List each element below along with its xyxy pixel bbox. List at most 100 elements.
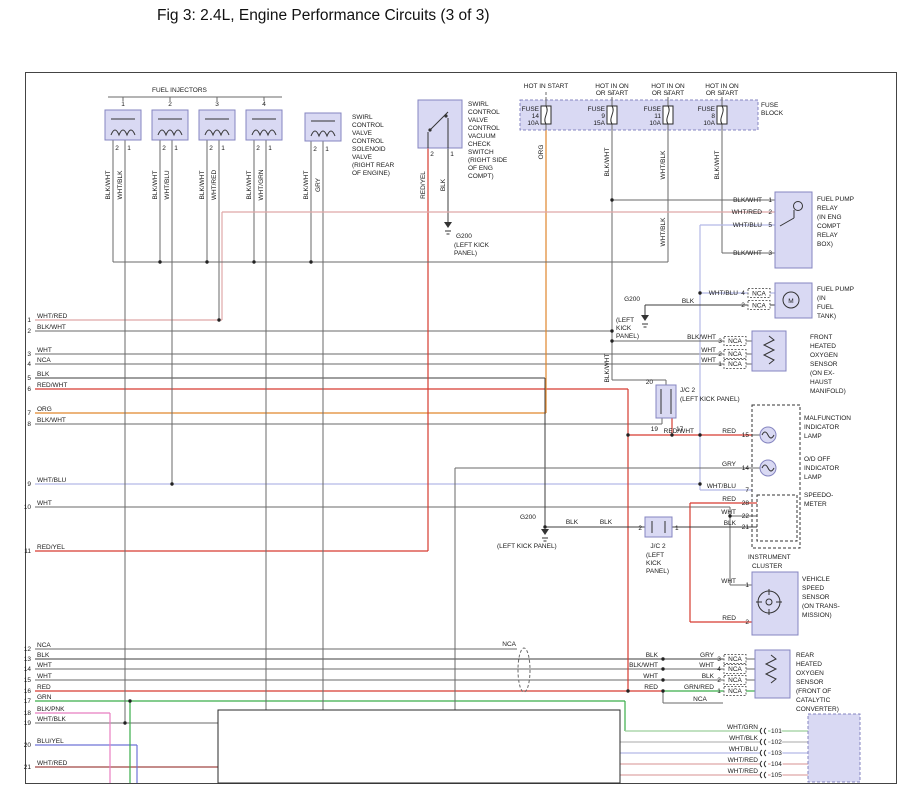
ground-location: (LEFT <box>616 317 634 324</box>
jc-pin-number: 19 <box>651 426 659 433</box>
switch-label: CONTROL <box>468 109 500 116</box>
cluster-pin-wire: BLK <box>724 520 737 527</box>
switch-label: VACUUM <box>468 133 496 140</box>
injector-pin: 2 <box>256 145 260 152</box>
left-pin-wire: RED <box>37 684 51 691</box>
ecm-pin-wire: WHT/RED <box>728 768 759 775</box>
rear-o2-label: HEATED <box>796 661 822 668</box>
cluster-pin-number: 28 <box>742 500 750 507</box>
wire-label: WHT/GRN <box>258 169 265 200</box>
fuse-header: OR START <box>652 90 684 97</box>
left-pin-number: 21 <box>24 764 32 771</box>
left-pin-wire: BLK/WHT <box>37 417 66 424</box>
pump-pin-wire: WHT/BLU <box>709 290 739 297</box>
switch-label: COMPT) <box>468 173 494 180</box>
instrument-cluster: RED/WHT RED 15 GRY 14 WHT/BLU 7 RED 28 W… <box>664 405 852 570</box>
left-pin-number: 7 <box>27 410 31 417</box>
left-pin-number: 19 <box>24 720 32 727</box>
junction-connector-lower: 2 1 J/C 2 (LEFT KICK PANEL) <box>638 517 679 575</box>
pump-label: FUEL <box>817 304 834 311</box>
left-pin-wire: BLK <box>37 371 50 378</box>
ecm-pin-wire: WHT/RED <box>728 757 759 764</box>
left-pin-number: 17 <box>24 698 32 705</box>
left-pin-wire: WHT <box>37 347 52 354</box>
fuse-number: 9 <box>601 113 605 120</box>
junction-connector-upper: 20 J/C 2 (LEFT KICK PANEL) 19 17 <box>646 379 740 433</box>
jc-pin-number: 20 <box>646 379 654 386</box>
vss-label: SENSOR <box>802 594 830 601</box>
injector-pin: 1 <box>268 145 272 152</box>
cluster-pin-wire: WHT/BLU <box>707 483 737 490</box>
left-pin-wire: RED/WHT <box>37 382 67 389</box>
rear-o2-sensor-wire: BLK <box>702 673 715 680</box>
o2-pin-wire: BLK/WHT <box>687 334 716 341</box>
fuse-number: 14 <box>532 113 540 120</box>
ground-name: G200 <box>624 296 640 303</box>
vehicle-speed-sensor: WHT 1 RED 2 VEHICLE SPEED SENSOR (ON TRA… <box>721 572 840 635</box>
cluster-pin-number: 22 <box>742 513 750 520</box>
relay-pin-wire: BLK/WHT <box>733 197 762 204</box>
wire-label: BLK <box>600 519 613 526</box>
jc-pin-number: 1 <box>675 525 679 532</box>
left-pin-number: 1 <box>27 317 31 324</box>
wiring-diagram-canvas: FUEL INJECTORS 1 2 1 BLK/WHT WHT/BLK 2 2… <box>0 0 912 807</box>
cluster-pin-number: 21 <box>742 524 750 531</box>
wire-label: WHT/BLK <box>660 217 667 247</box>
fuse-amps: 10A <box>649 120 661 127</box>
ground-name: G200 <box>520 514 536 521</box>
cluster-pin-wire: WHT <box>721 509 736 516</box>
ecm-pin-number: 104 <box>771 761 782 768</box>
nca-flag: NCA <box>752 303 766 310</box>
left-pin-number: 14 <box>24 666 32 673</box>
cluster-pin-number: 15 <box>742 432 750 439</box>
solenoid-pin: 1 <box>325 146 329 153</box>
cluster-name: INSTRUMENT <box>748 554 791 561</box>
rear-o2-vehicle-wire: WHT <box>643 673 658 680</box>
vss-pin-number: 1 <box>745 582 749 589</box>
rear-o2-vehicle-wire: BLK <box>646 652 659 659</box>
front-o2-label: OXYGEN <box>810 352 838 359</box>
nca-flag: NCA <box>728 351 742 358</box>
ecm-pin-wire: WHT/BLU <box>729 746 759 753</box>
rear-o2-label: REAR <box>796 652 814 659</box>
wire-label: WHT/BLK <box>117 170 124 200</box>
left-pin-wire: WHT/BLK <box>37 716 67 723</box>
wire-label: RED/YEL <box>420 171 427 199</box>
fuse-block-label: BLOCK <box>761 110 784 117</box>
wire-label: BLK/WHT <box>199 171 206 200</box>
switch-pin: 1 <box>450 151 454 158</box>
solenoid-label: CONTROL <box>352 122 384 129</box>
cluster-pin-wire: RED <box>722 496 736 503</box>
left-pin-number: 18 <box>24 710 32 717</box>
left-pin-wire: BLK <box>37 652 50 659</box>
injector-pin: 1 <box>221 145 225 152</box>
ground-g200-a: G200 (LEFT KICK PANEL) <box>444 222 490 257</box>
vss-pin-wire: WHT <box>721 578 736 585</box>
wire-label: BLK/WHT <box>714 151 721 180</box>
fuse-header: HOT IN ON <box>595 83 629 90</box>
solenoid-label: VALVE <box>352 154 373 161</box>
rear-o2-pin-number: 1 <box>717 688 721 695</box>
vss-label: VEHICLE <box>802 576 830 583</box>
solenoid-label: SWIRL <box>352 114 373 121</box>
injector-number: 3 <box>215 101 219 108</box>
pump-label: TANK) <box>817 313 836 320</box>
wire-label: BLK <box>440 178 447 191</box>
nca-flag: NCA <box>728 677 742 684</box>
front-o2-label: (ON EX- <box>810 370 835 377</box>
pump-pin-number: 2 <box>741 302 745 309</box>
switch-label: SWIRL <box>468 101 489 108</box>
od-off-label: INDICATOR <box>804 465 839 472</box>
cluster-pin-wire: GRY <box>722 461 737 468</box>
wire-label: BLK/WHT <box>105 171 112 200</box>
left-pin-wire: WHT <box>37 662 52 669</box>
fuse-amps: 15A <box>593 120 605 127</box>
injector-pin: 1 <box>174 145 178 152</box>
solenoid-label: (RIGHT REAR <box>352 162 394 169</box>
o2-pin-number: 3 <box>718 338 722 345</box>
wire-label: WHT/RED <box>211 170 218 201</box>
cluster-name: CLUSTER <box>752 563 783 570</box>
left-pin-wire: BLU/YEL <box>37 738 64 745</box>
left-pin-number: 6 <box>27 386 31 393</box>
wire-label: WHT/BLU <box>164 170 171 200</box>
